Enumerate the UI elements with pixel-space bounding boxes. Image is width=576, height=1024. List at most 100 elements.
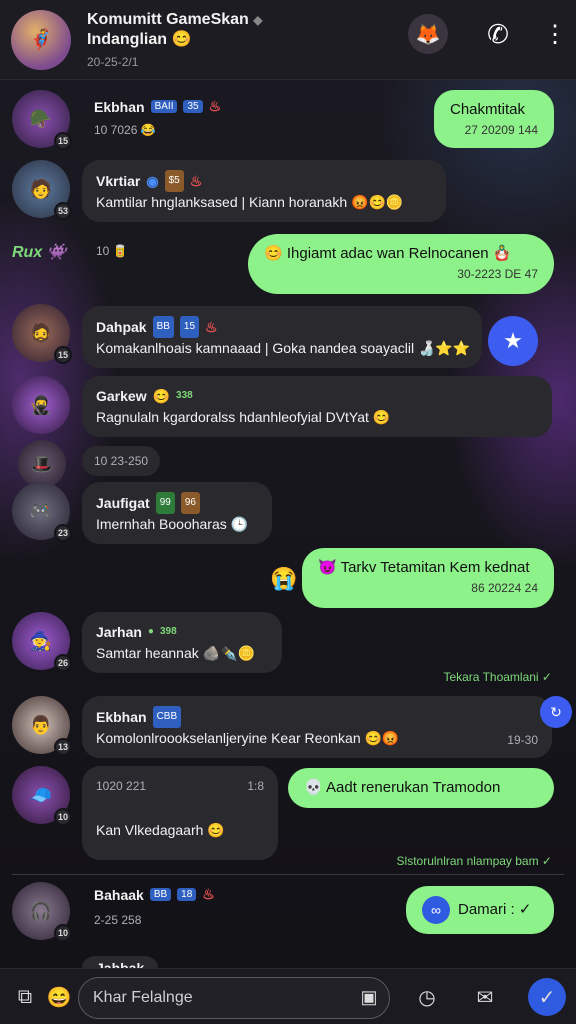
message-header: Bahaak BB 18 ♨ 2-25 258	[94, 886, 215, 927]
rank-tag: BB	[149, 888, 172, 901]
message-time: 19-30	[507, 733, 538, 747]
message-row: 🧔 15 Dahpak BB 15 ♨ Komakanlhoais kamnaaad |…	[0, 304, 576, 368]
sender-name: Ekbhan BAII 35 ♨	[94, 98, 222, 115]
message-header: Ekbhan BAII 35 ♨ 10 7026 😂	[94, 98, 221, 137]
message-row: 🪖 15 Ekbhan BAII 35 ♨ 10 7026 😂 Chakmtitak 2…	[0, 90, 576, 160]
level-badge: 26	[54, 654, 72, 672]
image-icon[interactable]: ▣	[352, 980, 386, 1014]
divider	[12, 874, 564, 875]
reaction-icon[interactable]: 😭	[270, 566, 297, 592]
side-label: Rux 👾	[12, 244, 67, 261]
sender-name: Vkrtiar ◉ $5 ♨	[96, 170, 202, 192]
message-time: 86 20224 24	[471, 581, 538, 595]
avatar[interactable]: 🎩	[18, 440, 66, 488]
game-icon: 👾	[46, 244, 67, 261]
message-text: Ragnulaln kgardoralss hdanhleofyial DVtY…	[96, 409, 391, 425]
avatar[interactable]: 🥷	[12, 376, 70, 434]
message-time: 1020 221 1:8	[96, 779, 264, 793]
read-status: Tekara Thoamlani ✓	[443, 670, 552, 684]
more-options-icon[interactable]: ⋮	[543, 14, 567, 54]
message-text: Kamtilar hnglanksased | Kiann horanakh 😡…	[96, 194, 404, 210]
message-row: Rux 👾 10 🥫 😊 Ihgiamt adac wan Relnocanen…	[0, 230, 576, 296]
level-badge: 15	[54, 346, 72, 364]
sender-name: Ekbhan CBB	[96, 706, 182, 728]
message-row: 🎮 23 Jaufigat 99 96 Imernhah Boooharas 🕒	[0, 482, 576, 546]
refresh-icon[interactable]: ↻	[540, 696, 572, 728]
incoming-bubble[interactable]: Vkrtiar ◉ $5 ♨ Kamtilar hnglanksased | Kian…	[82, 160, 446, 222]
header-title-block[interactable]: Komumitt GameSkan ◆ Indanglian 😊 20-25-2…	[87, 10, 263, 69]
avatar[interactable]: 🧢 10	[12, 766, 72, 826]
level-badge: 13	[54, 738, 72, 756]
incoming-bubble[interactable]: Dahpak BB 15 ♨ Komakanlhoais kamnaaad | Gok…	[82, 306, 482, 368]
rank-tag: 96	[180, 492, 200, 514]
diamond-icon: ◆	[253, 13, 263, 27]
message-row: 🎧 10 Bahaak BB 18 ♨ 2-25 258 ∞ Damari : ✓	[0, 882, 576, 946]
star-fab-icon[interactable]: ★	[488, 316, 538, 366]
incoming-bubble[interactable]: Jahbak	[82, 956, 159, 968]
emoji-icon[interactable]: 😄	[42, 980, 76, 1014]
message-text: Damari : ✓	[458, 901, 532, 918]
message-row: 🎩 10 23-250	[0, 440, 576, 488]
avatar[interactable]: 🧔 15	[12, 304, 72, 364]
sticker-icon[interactable]: ⧉	[8, 980, 42, 1014]
message-row: 👨 13 Ekbhan CBB Komolonlroookselanljeryine…	[0, 696, 576, 760]
message-time: 2-25 258	[94, 912, 142, 927]
message-input[interactable]	[78, 977, 390, 1019]
level-badge: 10	[54, 924, 72, 942]
incoming-bubble[interactable]: 1020 221 1:8 Kan Vlkedagaarh 😊	[82, 766, 278, 860]
incoming-bubble[interactable]: Jaufigat 99 96 Imernhah Boooharas 🕒	[82, 482, 272, 544]
outgoing-bubble[interactable]: 💀 Aadt renerukan Tramodon	[288, 768, 554, 808]
timer-icon[interactable]: ◷	[410, 980, 444, 1014]
rank-tag: BB	[152, 316, 174, 338]
outgoing-bubble[interactable]: 😈 Tarkv Tetamitan Kem kednat 86 20224 24	[302, 548, 554, 608]
message-text-line: Komolonlroookselanljeryine Kear Reonkan …	[96, 730, 400, 746]
send-icon[interactable]: ✓	[528, 978, 566, 1016]
message-text: Samtar heannak 🪨✒️🪙	[96, 645, 255, 661]
level-badge: 10	[54, 808, 72, 826]
read-status: Slstorulnlran nlampay bam ✓	[396, 854, 552, 868]
avatar[interactable]: 🧑 53	[12, 160, 72, 220]
verified-icon: ◉	[146, 173, 159, 189]
group-subtitle: Indanglian 😊	[87, 31, 192, 48]
message-list[interactable]: 🪖 15 Ekbhan BAII 35 ♨ 10 7026 😂 Chakmtitak 2…	[0, 80, 576, 968]
outgoing-bubble[interactable]: ∞ Damari : ✓	[406, 886, 554, 934]
emoji-icon: 😊	[152, 388, 171, 404]
outgoing-bubble[interactable]: Chakmtitak 27 20209 144	[434, 90, 554, 148]
thumb-icon: 🥫	[112, 244, 128, 258]
avatar[interactable]: 🪖 15	[12, 90, 72, 150]
sender-name: Bahaak BB 18 ♨	[94, 886, 215, 903]
level-badge: 15	[54, 132, 72, 150]
phone-icon[interactable]: ✆	[478, 14, 518, 54]
avatar[interactable]: 🎮 23	[12, 482, 72, 542]
avatar[interactable]: 🧙 26	[12, 612, 72, 672]
message-text: 😊 Ihgiamt adac wan Relnocanen 🪆	[264, 245, 512, 262]
fire-icon: ♨	[208, 98, 222, 114]
sender-name: Jaufigat 99 96	[96, 492, 200, 514]
fire-icon: ♨	[202, 886, 215, 902]
message-row: 🥷 Garkew 😊 338 Ragnulaln kgardoralss hdan…	[0, 376, 576, 440]
composer-bar: ⧉ 😄 ▣ ◷ ✉ ✓	[0, 968, 576, 1024]
group-date: 20-25-2/1	[87, 55, 139, 69]
message-row: 😭 😈 Tarkv Tetamitan Kem kednat 86 20224 …	[0, 548, 576, 608]
sender-name: Dahpak BB 15 ♨	[96, 316, 218, 338]
incoming-bubble[interactable]: Ekbhan CBB Komolonlroookselanljeryine Kea…	[82, 696, 552, 758]
message-time: 10 7026 😂	[94, 122, 156, 137]
message-text: 😈 Tarkv Tetamitan Kem kednat	[318, 559, 530, 576]
incoming-bubble[interactable]: Garkew 😊 338 Ragnulaln kgardoralss hdanhl…	[82, 376, 552, 437]
profile-game-icon[interactable]: 🦊	[408, 14, 448, 54]
rank-tag: 15	[179, 316, 200, 338]
avatar[interactable]: 🎧 10	[12, 882, 72, 942]
incoming-bubble[interactable]: Jarhan ● 398 Samtar heannak 🪨✒️🪙	[82, 612, 282, 673]
avatar[interactable]: 👨 13	[12, 696, 72, 756]
rank-tag: BAII	[150, 100, 178, 113]
level-badge: 23	[54, 524, 72, 542]
mail-icon[interactable]: ✉	[468, 980, 502, 1014]
message-time: 10 🥫	[96, 244, 128, 258]
sender-name: Jarhan ● 398	[96, 624, 177, 640]
fire-icon: ♨	[189, 173, 203, 189]
outgoing-bubble[interactable]: 😊 Ihgiamt adac wan Relnocanen 🪆 30-2223 …	[248, 234, 554, 294]
group-avatar[interactable]: 🦸	[11, 9, 71, 70]
rank-tag: $5	[164, 170, 184, 192]
chat-header: 🦸 Komumitt GameSkan ◆ Indanglian 😊 20-25…	[0, 0, 576, 80]
chat-icon: ∞	[422, 896, 450, 924]
